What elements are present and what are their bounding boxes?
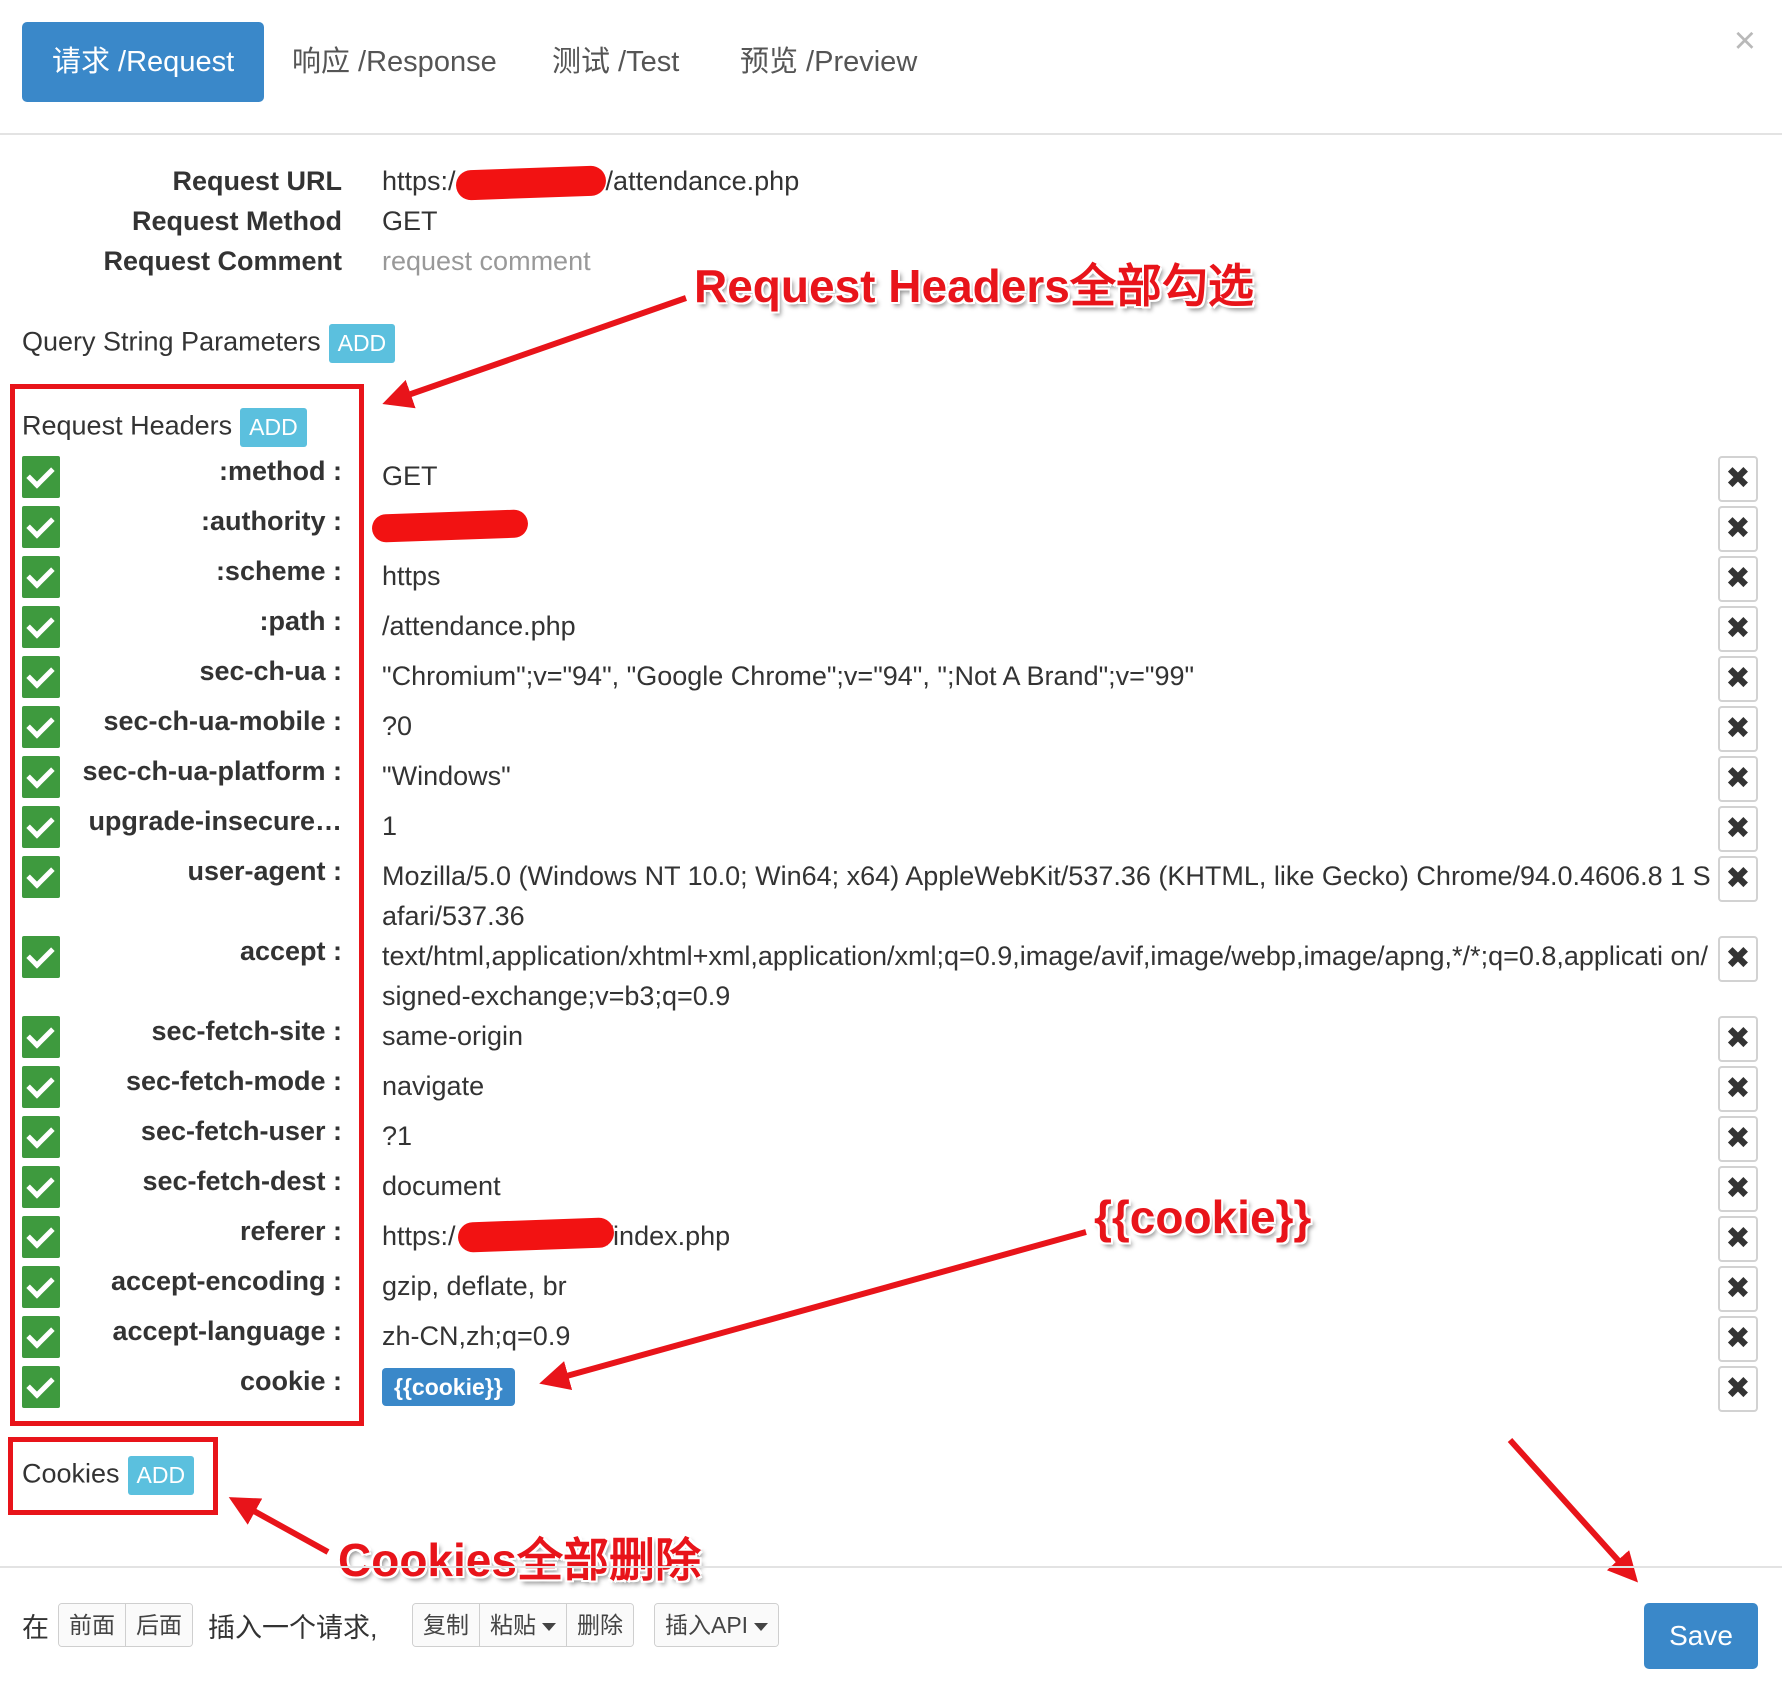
delete-header-icon[interactable]: ✖ <box>1718 1266 1758 1312</box>
redaction-mark <box>457 1217 615 1253</box>
insert-api-group: 插入API <box>654 1603 780 1647</box>
delete-header-icon[interactable]: ✖ <box>1718 556 1758 602</box>
query-add-button[interactable]: ADD <box>328 324 396 363</box>
footer-prefix: 在 <box>22 1613 49 1643</box>
delete-header-icon[interactable]: ✖ <box>1718 1166 1758 1212</box>
save-button[interactable]: Save <box>1644 1603 1758 1669</box>
header-value[interactable]: GET <box>382 456 1712 496</box>
insert-api-label: 插入API <box>665 1612 749 1638</box>
delete-header-icon[interactable]: ✖ <box>1718 1116 1758 1162</box>
delete-header-icon[interactable]: ✖ <box>1718 656 1758 702</box>
delete-header-icon[interactable]: ✖ <box>1718 1316 1758 1362</box>
request-url-suffix: /attendance.php <box>605 166 800 196</box>
delete-header-icon[interactable]: ✖ <box>1718 1216 1758 1262</box>
header-value[interactable]: document <box>382 1166 1712 1206</box>
delete-header-icon[interactable]: ✖ <box>1718 506 1758 552</box>
header-value[interactable]: ?0 <box>382 706 1712 746</box>
position-button-group: 前面 后面 <box>58 1603 193 1647</box>
header-value[interactable]: navigate <box>382 1066 1712 1106</box>
arrow-to-save <box>1507 1437 1639 1583</box>
header-value[interactable]: text/html,application/xhtml+xml,applicat… <box>382 936 1712 1016</box>
close-icon[interactable]: × <box>1734 20 1756 63</box>
header-value[interactable]: zh-CN,zh;q=0.9 <box>382 1316 1712 1356</box>
header-value[interactable]: "Chromium";v="94", "Google Chrome";v="94… <box>382 656 1712 696</box>
header-value[interactable]: {{cookie}} <box>382 1366 1712 1406</box>
edit-button-group: 复制 粘贴 删除 <box>412 1603 634 1647</box>
arrow-to-headers <box>382 295 687 409</box>
header-value[interactable]: ?1 <box>382 1116 1712 1156</box>
paste-label: 粘贴 <box>490 1612 536 1638</box>
copy-button[interactable]: 复制 <box>413 1604 480 1646</box>
header-value[interactable]: gzip, deflate, br <box>382 1266 1712 1306</box>
request-method-value[interactable]: GET <box>382 206 438 237</box>
delete-header-icon[interactable]: ✖ <box>1718 706 1758 752</box>
header-value[interactable]: same-origin <box>382 1016 1712 1056</box>
delete-header-icon[interactable]: ✖ <box>1718 1366 1758 1412</box>
header-value[interactable]: /attendance.php <box>382 606 1712 646</box>
delete-button[interactable]: 删除 <box>567 1604 633 1646</box>
request-url-label: Request URL <box>172 166 342 196</box>
delete-header-icon[interactable]: ✖ <box>1718 856 1758 902</box>
cookie-annotation: {{cookie}} <box>1094 1191 1312 1243</box>
request-url-prefix: https:/ <box>382 166 456 196</box>
insert-api-dropdown[interactable]: 插入API <box>655 1604 779 1646</box>
insert-request-text: 插入一个请求, <box>208 1613 378 1643</box>
request-comment-input[interactable]: request comment <box>382 246 591 277</box>
request-comment-label: Request Comment <box>103 246 342 276</box>
header-value-prefix: https:/ <box>382 1221 456 1251</box>
query-string-section: Query String Parameters ADD <box>22 324 396 363</box>
delete-header-icon[interactable]: ✖ <box>1718 1066 1758 1112</box>
tab-request[interactable]: 请求 /Request <box>22 22 265 102</box>
tab-test[interactable]: 测试 /Test <box>522 22 709 102</box>
delete-header-icon[interactable]: ✖ <box>1718 456 1758 502</box>
tab-bar: 请求 /Request 响应 /Response 测试 /Test 预览 /Pr… <box>0 0 1782 135</box>
caret-down-icon <box>754 1622 769 1631</box>
delete-header-icon[interactable]: ✖ <box>1718 936 1758 982</box>
delete-header-icon[interactable]: ✖ <box>1718 1016 1758 1062</box>
headers-highlight-box <box>10 384 364 1426</box>
headers-annotation: Request Headers全部勾选 <box>694 260 1254 312</box>
arrow-to-cookies <box>228 1497 330 1555</box>
footer-bar: 在 前面 后面 插入一个请求, 复制 粘贴 删除 插入API Save <box>0 1566 1782 1683</box>
delete-header-icon[interactable]: ✖ <box>1718 606 1758 652</box>
delete-header-icon[interactable]: ✖ <box>1718 806 1758 852</box>
before-button[interactable]: 前面 <box>59 1604 126 1646</box>
cookie-variable-tag[interactable]: {{cookie}} <box>382 1368 515 1406</box>
cookies-highlight-box <box>8 1437 218 1515</box>
redaction-mark <box>455 165 607 201</box>
paste-dropdown[interactable]: 粘贴 <box>480 1604 567 1646</box>
header-value[interactable]: Mozilla/5.0 (Windows NT 10.0; Win64; x64… <box>382 856 1712 936</box>
request-method-label: Request Method <box>131 206 342 236</box>
header-value-suffix: /index.php <box>605 1221 731 1251</box>
tab-response[interactable]: 响应 /Response <box>262 22 527 102</box>
redaction-mark <box>371 509 529 543</box>
query-string-label: Query String Parameters <box>22 326 321 357</box>
header-value[interactable]: "Windows" <box>382 756 1712 796</box>
delete-header-icon[interactable]: ✖ <box>1718 756 1758 802</box>
header-value[interactable]: 1 <box>382 806 1712 846</box>
tab-preview[interactable]: 预览 /Preview <box>710 22 947 102</box>
header-value[interactable]: https <box>382 556 1712 596</box>
after-button[interactable]: 后面 <box>126 1604 192 1646</box>
caret-down-icon <box>542 1622 556 1631</box>
